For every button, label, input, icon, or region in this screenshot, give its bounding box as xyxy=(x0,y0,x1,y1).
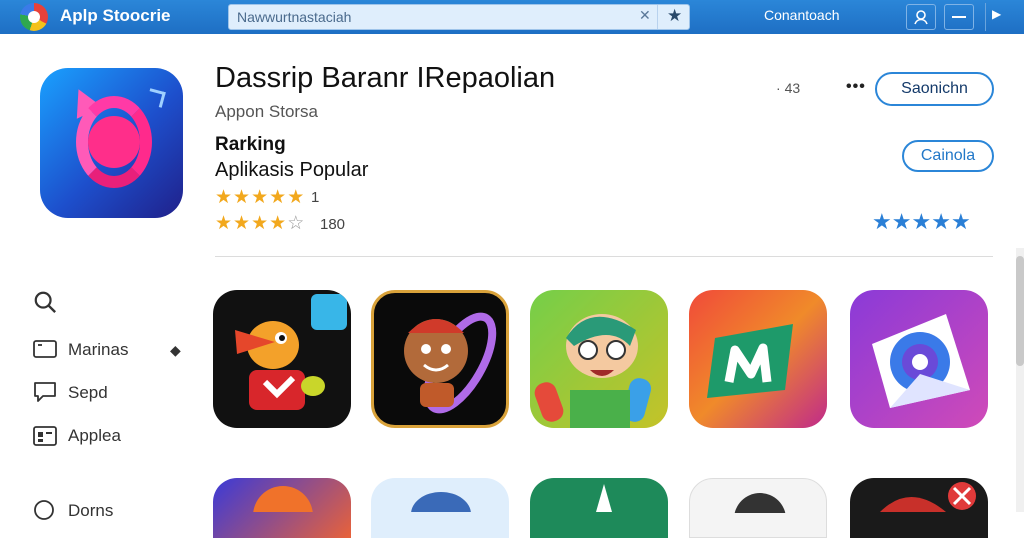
star-filled-icon: ★ xyxy=(269,213,288,234)
star-filled-icon: ★ xyxy=(233,187,252,208)
star-filled-icon: ★ xyxy=(215,213,234,234)
blue-star-icon[interactable]: ★ xyxy=(892,209,912,234)
clock-icon xyxy=(34,500,54,520)
star-rating-1: ★★★★★ xyxy=(215,186,305,209)
star-filled-icon: ★ xyxy=(233,213,252,234)
scrollbar-thumb[interactable] xyxy=(1016,256,1024,366)
app-title: Aplp Stoocrie xyxy=(60,6,171,25)
star-icon[interactable]: ★ xyxy=(667,6,682,26)
star-filled-icon: ★ xyxy=(287,187,306,208)
primary-action-button[interactable]: Saonichn xyxy=(875,72,994,106)
rating-count-2: 180 xyxy=(320,216,346,233)
cartoon-bird-app-icon[interactable] xyxy=(213,290,351,428)
icon-core-shape xyxy=(88,116,140,168)
chevron-right-icon[interactable]: ▶ xyxy=(992,7,1001,21)
menu-icon[interactable] xyxy=(944,4,974,30)
ranking-label: Rarking xyxy=(215,134,286,155)
star-filled-icon: ★ xyxy=(251,187,270,208)
more-options-button[interactable]: ••• xyxy=(846,78,866,96)
toolbar-divider xyxy=(985,3,986,31)
star-filled-icon: ★ xyxy=(215,187,234,208)
section-divider xyxy=(215,256,993,257)
smiling-face-app-icon[interactable] xyxy=(371,290,509,428)
chat-icon xyxy=(34,382,56,402)
search-value: Nawwurtnastaciah xyxy=(237,9,352,25)
game-app-icon[interactable] xyxy=(213,478,351,538)
dark-app-icon[interactable] xyxy=(689,478,827,538)
mail-swirl-app-icon[interactable] xyxy=(850,290,988,428)
sidebar-item-label: Marinas xyxy=(68,340,129,359)
secondary-action-button[interactable]: Cainola xyxy=(902,140,994,172)
sidebar-item-label: Sepd xyxy=(68,383,108,402)
star-rating-2: ★★★★☆ xyxy=(215,212,305,235)
rating-count-1: 1 xyxy=(311,189,320,206)
blue-star-icon[interactable]: ★ xyxy=(951,209,971,234)
folder-icon xyxy=(33,340,57,358)
green-app-icon[interactable] xyxy=(530,478,668,538)
account-icon[interactable] xyxy=(906,4,936,30)
search-icon xyxy=(34,291,57,314)
size-text: · 43 xyxy=(776,80,800,96)
red-x-app-icon[interactable] xyxy=(850,478,988,538)
app-name: Dassrip Baranr IRepaolian xyxy=(215,62,556,94)
icon-arrow-shape xyxy=(146,88,166,108)
ellipsis-prefix: · xyxy=(776,80,785,96)
sidebar-item-label: Applea xyxy=(68,426,121,445)
avatar-app-icon[interactable] xyxy=(371,478,509,538)
search-divider xyxy=(657,5,658,29)
blue-star-icon[interactable]: ★ xyxy=(931,209,951,234)
video-m-app-icon[interactable] xyxy=(689,290,827,428)
blue-star-icon[interactable]: ★ xyxy=(872,209,892,234)
search-input[interactable]: Nawwurtnastaciah ✕ ★ xyxy=(228,4,690,30)
publisher-link[interactable]: Appon Storsa xyxy=(215,102,318,122)
star-filled-icon: ★ xyxy=(251,213,270,234)
diamond-icon: ◆ xyxy=(170,342,181,358)
category-label: Aplikasis Popular xyxy=(215,159,369,181)
blue-star-icon[interactable]: ★ xyxy=(911,209,931,234)
search-clear-icon[interactable]: ✕ xyxy=(639,7,651,24)
app-logo-icon[interactable] xyxy=(20,3,48,31)
kid-character-app-icon[interactable] xyxy=(530,290,668,428)
star-empty-icon: ☆ xyxy=(287,213,306,234)
apps-icon xyxy=(33,426,57,446)
star-filled-icon: ★ xyxy=(269,187,288,208)
size-value: 43 xyxy=(784,80,801,96)
featured-app-icon[interactable] xyxy=(40,68,183,218)
blue-star-rating[interactable]: ★★★★★ xyxy=(872,209,971,235)
sidebar-item-label: Dorns xyxy=(68,501,114,520)
top-bar: Aplp Stoocrie Nawwurtnastaciah ✕ ★ Conan… xyxy=(0,0,1024,34)
connect-link[interactable]: Conantoach xyxy=(764,7,840,23)
